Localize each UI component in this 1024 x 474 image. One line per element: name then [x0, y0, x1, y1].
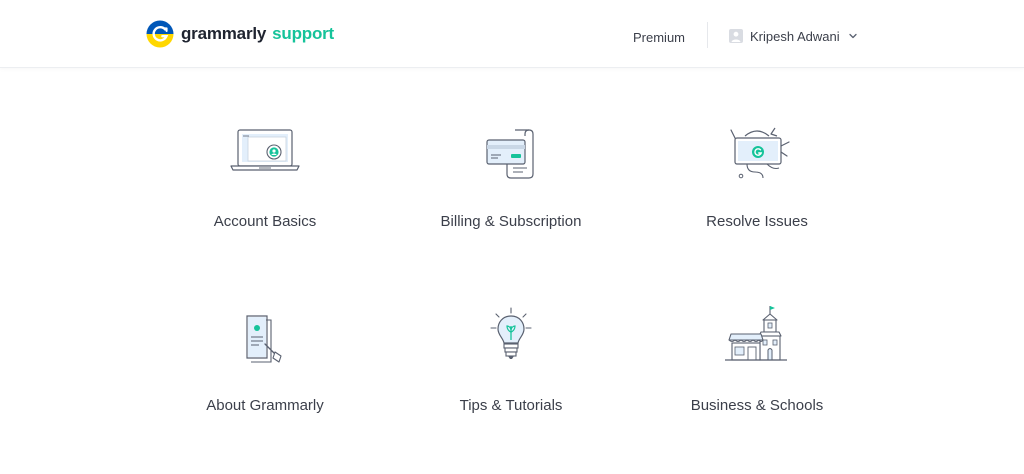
category-business-schools[interactable]: Business & Schools	[634, 284, 880, 454]
category-label: Billing & Subscription	[440, 213, 582, 230]
category-label: Business & Schools	[690, 397, 824, 414]
toolbox-icon	[730, 127, 790, 179]
grammarly-support-logo[interactable]: grammarly support	[146, 19, 334, 49]
site-header: grammarly support Premium Kripesh Adwani	[0, 0, 1024, 68]
category-label: Account Basics	[213, 213, 317, 230]
billing-card-icon	[486, 129, 534, 179]
school-building-icon	[725, 306, 787, 361]
category-label: About Grammarly	[206, 397, 324, 414]
category-about-grammarly[interactable]: About Grammarly	[142, 284, 388, 454]
user-silhouette-icon	[731, 31, 741, 42]
document-pen-icon	[246, 315, 282, 363]
logo-wordmark: grammarly	[181, 24, 267, 43]
header-divider	[707, 22, 708, 48]
category-resolve-issues[interactable]: Resolve Issues	[634, 100, 880, 270]
laptop-icon	[230, 129, 300, 171]
category-tips-tutorials[interactable]: Tips & Tutorials	[388, 284, 634, 454]
lightbulb-icon	[490, 307, 532, 359]
category-label: Resolve Issues	[706, 213, 808, 230]
category-account-basics[interactable]: Account Basics	[142, 100, 388, 270]
category-label: Tips & Tutorials	[459, 397, 563, 414]
grammarly-logo-icon	[146, 20, 174, 48]
user-account-menu[interactable]: Kripesh Adwani	[729, 27, 858, 45]
premium-link[interactable]: Premium	[633, 30, 685, 45]
category-billing-subscription[interactable]: Billing & Subscription	[388, 100, 634, 270]
avatar	[729, 29, 743, 43]
logo-support-text: support	[272, 24, 335, 43]
help-category-grid: Account Basics Billing & Subscription Re…	[142, 100, 882, 460]
user-name: Kripesh Adwani	[750, 28, 840, 44]
chevron-down-icon	[848, 33, 857, 39]
